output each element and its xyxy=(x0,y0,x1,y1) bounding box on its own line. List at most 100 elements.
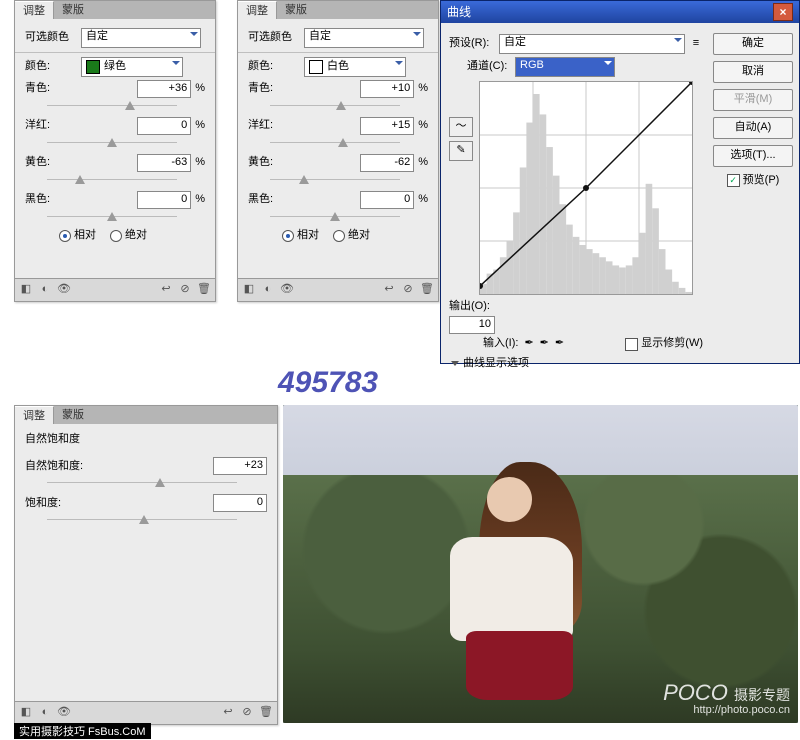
magenta-input[interactable]: +15 xyxy=(360,117,414,135)
eyedropper-gray-icon[interactable]: ✒ xyxy=(540,336,549,351)
new-icon[interactable]: ◐ xyxy=(38,283,52,297)
black-label: 黑色: xyxy=(248,192,304,207)
preset-value: 自定 xyxy=(504,36,526,48)
preset-select[interactable]: 自定 xyxy=(81,28,201,48)
yellow-input[interactable]: -62 xyxy=(360,154,414,172)
eye-icon[interactable]: 👁 xyxy=(57,283,71,297)
vibrance-input[interactable]: +23 xyxy=(213,457,267,475)
preset-select[interactable]: 自定 xyxy=(499,34,685,54)
yellow-label: 黄色: xyxy=(25,155,81,170)
eyedropper-black-icon[interactable]: ✒ xyxy=(524,336,533,351)
chevron-down-icon xyxy=(451,361,459,366)
color-select[interactable]: 绿色 xyxy=(81,57,183,77)
panel-footer: ◧ ◐ 👁 ↩ ⊘ 🗑 xyxy=(238,278,438,301)
pct: % xyxy=(195,155,205,170)
trash-icon[interactable]: 🗑 xyxy=(259,706,273,720)
layer-icon[interactable]: ◧ xyxy=(19,283,33,297)
curve-grid[interactable] xyxy=(479,81,693,295)
yellow-slider[interactable] xyxy=(47,175,177,185)
yellow-input[interactable]: -63 xyxy=(137,154,191,172)
chevron-down-icon xyxy=(190,32,198,36)
tab-adjust[interactable]: 调整 xyxy=(15,1,54,19)
clip-icon[interactable]: ↩ xyxy=(221,706,235,720)
reset-icon[interactable]: ⊘ xyxy=(401,283,415,297)
chevron-down-icon xyxy=(413,32,421,36)
trash-icon[interactable]: 🗑 xyxy=(420,283,434,297)
output-label: 输出(O): xyxy=(449,299,495,314)
tabbar: 调整 蒙版 xyxy=(15,1,215,19)
result-photo: POCO 摄影专题 http://photo.poco.cn xyxy=(283,405,798,723)
black-slider[interactable] xyxy=(270,212,400,222)
auto-button[interactable]: 自动(A) xyxy=(713,117,793,139)
eyedropper-white-icon[interactable]: ✒ xyxy=(555,336,564,351)
curve-draw-icon[interactable]: 〜 xyxy=(449,117,473,137)
new-icon[interactable]: ◐ xyxy=(261,283,275,297)
layer-icon[interactable]: ◧ xyxy=(242,283,256,297)
black-input[interactable]: 0 xyxy=(137,191,191,209)
options-button[interactable]: 选项(T)... xyxy=(713,145,793,167)
tab-mask[interactable]: 蒙版 xyxy=(277,1,315,19)
reset-icon[interactable]: ⊘ xyxy=(178,283,192,297)
tab-adjust[interactable]: 调整 xyxy=(238,1,277,19)
saturation-slider[interactable] xyxy=(47,515,237,525)
input-label: 输入(I): xyxy=(483,336,518,351)
vibrance-label: 自然饱和度: xyxy=(25,459,105,474)
magenta-label: 洋红: xyxy=(25,118,81,133)
titlebar[interactable]: 曲线 × xyxy=(441,1,799,23)
tab-adjust[interactable]: 调整 xyxy=(15,406,54,424)
radio-relative[interactable]: 相对 xyxy=(59,228,96,243)
color-select[interactable]: 白色 xyxy=(304,57,406,77)
preview-checkbox[interactable]: ✓预览(P) xyxy=(727,173,780,188)
eye-icon[interactable]: 👁 xyxy=(57,706,71,720)
close-button[interactable]: × xyxy=(773,3,793,21)
tabbar: 调整 蒙版 xyxy=(15,406,277,424)
swatch-green xyxy=(86,60,100,74)
pct: % xyxy=(195,192,205,207)
preset-select[interactable]: 自定 xyxy=(304,28,424,48)
overlay-number: 495783 xyxy=(278,368,378,398)
magenta-input[interactable]: 0 xyxy=(137,117,191,135)
layer-icon[interactable]: ◧ xyxy=(19,706,33,720)
cyan-slider[interactable] xyxy=(47,101,177,111)
chevron-down-icon xyxy=(604,61,612,65)
cyan-slider[interactable] xyxy=(270,101,400,111)
vibrance-panel: 调整 蒙版 自然饱和度 自然饱和度:+23 饱和度:0 ◧ ◐ 👁 ↩ ⊘ 🗑 xyxy=(14,405,278,725)
tab-mask[interactable]: 蒙版 xyxy=(54,406,92,424)
channel-select[interactable]: RGB xyxy=(515,57,615,77)
clip-icon[interactable]: ↩ xyxy=(159,283,173,297)
curve-pencil-icon[interactable]: ✎ xyxy=(449,141,473,161)
black-slider[interactable] xyxy=(47,212,177,222)
cancel-button[interactable]: 取消 xyxy=(713,61,793,83)
eye-icon[interactable]: 👁 xyxy=(280,283,294,297)
curve-tool-icons: 〜 ✎ xyxy=(449,117,473,161)
color-name: 绿色 xyxy=(104,59,126,74)
color-label: 颜色: xyxy=(25,59,81,74)
show-clipping-checkbox[interactable]: 显示修剪(W) xyxy=(625,336,703,351)
cyan-input[interactable]: +36 xyxy=(137,80,191,98)
radio-relative[interactable]: 相对 xyxy=(282,228,319,243)
magenta-slider[interactable] xyxy=(270,138,400,148)
vibrance-slider[interactable] xyxy=(47,478,237,488)
selective-color-panel-white: 调整 蒙版 可选颜色 自定 颜色: 白色 青色:+10% 洋红:+15% 黄色:… xyxy=(237,0,439,302)
yellow-slider[interactable] xyxy=(270,175,400,185)
radio-absolute[interactable]: 绝对 xyxy=(333,228,370,243)
trash-icon[interactable]: 🗑 xyxy=(197,283,211,297)
dialog-buttons: 确定 取消 平滑(M) 自动(A) 选项(T)... ✓预览(P) xyxy=(713,31,793,371)
curve-options-expander[interactable]: 曲线显示选项 xyxy=(451,356,703,371)
ok-button[interactable]: 确定 xyxy=(713,33,793,55)
reset-icon[interactable]: ⊘ xyxy=(240,706,254,720)
new-icon[interactable]: ◐ xyxy=(38,706,52,720)
menu-icon[interactable]: ≡ xyxy=(689,37,703,51)
radio-absolute[interactable]: 绝对 xyxy=(110,228,147,243)
tab-mask[interactable]: 蒙版 xyxy=(54,1,92,19)
source-label: 实用摄影技巧 FsBus.CoM xyxy=(14,723,151,739)
magenta-slider[interactable] xyxy=(47,138,177,148)
output-input[interactable]: 10 xyxy=(449,316,495,334)
clip-icon[interactable]: ↩ xyxy=(382,283,396,297)
chevron-down-icon xyxy=(395,61,403,65)
channel-label: 通道(C): xyxy=(467,59,515,74)
pct: % xyxy=(418,81,428,96)
cyan-input[interactable]: +10 xyxy=(360,80,414,98)
saturation-input[interactable]: 0 xyxy=(213,494,267,512)
black-input[interactable]: 0 xyxy=(360,191,414,209)
